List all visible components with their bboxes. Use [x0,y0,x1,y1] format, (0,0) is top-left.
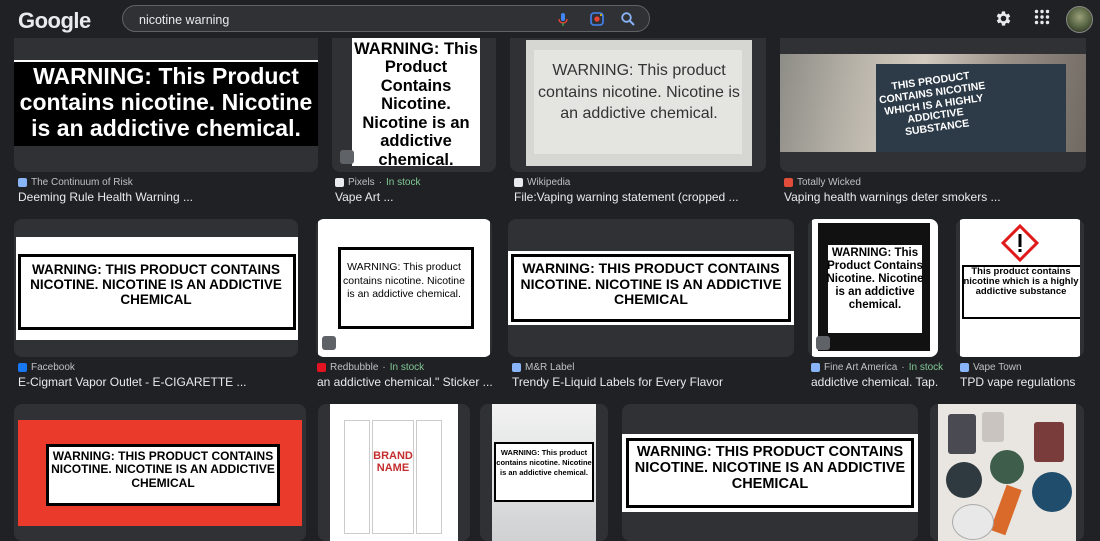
result-source[interactable]: Wikipedia [514,177,570,188]
result-title[interactable]: File:Vaping warning statement (cropped .… [514,190,764,204]
warning-text: WARNING: This Product Contains Nicotine.… [826,247,924,311]
account-avatar[interactable] [1066,6,1093,33]
shopping-tag-icon [816,336,830,350]
result-image[interactable]: WARNING: This Product contains nicotine.… [14,60,318,146]
result-card-4[interactable]: THIS PRODUCT CONTAINS NICOTINE WHICH IS … [780,30,1086,172]
source-favicon-icon [18,363,27,372]
shopping-tag-icon [322,336,336,350]
result-image[interactable]: This product contains nicotine which is … [960,219,1080,357]
source-favicon-icon [335,178,344,187]
result-image[interactable]: WARNING: THIS PRODUCT CONTAINS NICOTINE.… [508,251,794,325]
result-image[interactable]: WARNING: This Product Contains Nicotine.… [812,219,938,357]
top-bar: Google [0,0,1100,38]
result-title[interactable]: TPD vape regulations [960,375,1084,389]
result-card-7[interactable]: WARNING: THIS PRODUCT CONTAINS NICOTINE.… [508,219,794,357]
source-favicon-icon [514,178,523,187]
result-card-9[interactable]: This product contains nicotine which is … [956,219,1084,357]
warning-text: WARNING: This Product Contains Nicotine.… [354,40,478,166]
result-card-14[interactable] [930,404,1084,541]
brand-text: BRAND NAME [373,450,413,475]
result-source[interactable]: Vape Town [960,362,1022,373]
warning-text: WARNING: THIS PRODUCT CONTAINS NICOTINE.… [51,449,275,490]
shopping-tag-icon [340,150,354,164]
result-image[interactable]: WARNING: THIS PRODUCT CONTAINS NICOTINE.… [622,434,918,512]
warning-text: WARNING: This product contains nicotine.… [343,261,465,301]
result-image[interactable]: WARNING: This product contains nicotine.… [492,404,596,541]
result-card-11[interactable]: BRAND NAME [318,404,470,541]
search-icon[interactable] [620,11,636,27]
source-favicon-icon [784,178,793,187]
result-card-10[interactable]: WARNING: THIS PRODUCT CONTAINS NICOTINE.… [14,404,306,541]
warning-text: WARNING: This product contains nicotine.… [538,62,740,123]
result-image[interactable]: WARNING: THIS PRODUCT CONTAINS NICOTINE.… [16,237,298,340]
result-card-8[interactable]: WARNING: This Product Contains Nicotine.… [808,219,938,357]
result-source[interactable]: Fine Art America · In stock [811,362,943,373]
search-box[interactable] [122,5,650,32]
result-image[interactable]: BRAND NAME [330,404,458,541]
google-logo[interactable]: Google [18,8,91,34]
result-source[interactable]: Pixels · In stock [335,177,421,188]
result-title[interactable]: E-Cigmart Vapor Outlet - E-CIGARETTE ... [18,375,298,389]
source-favicon-icon [512,363,521,372]
result-title[interactable]: addictive chemical. Tap... [811,375,938,389]
source-favicon-icon [18,178,27,187]
result-image[interactable]: WARNING: This Product Contains Nicotine.… [352,38,480,166]
result-title[interactable]: an addictive chemical." Sticker ... [317,375,492,389]
warning-text: WARNING: This product contains nicotine.… [496,448,592,477]
result-card-13[interactable]: WARNING: THIS PRODUCT CONTAINS NICOTINE.… [622,404,918,541]
result-card-12[interactable]: WARNING: This product contains nicotine.… [480,404,608,541]
result-image[interactable] [938,404,1076,541]
warning-text: WARNING: This Product contains nicotine.… [19,63,313,141]
source-favicon-icon [317,363,326,372]
search-input[interactable] [137,9,541,30]
source-favicon-icon [960,363,969,372]
hazard-diamond-icon [1000,223,1040,263]
result-source[interactable]: The Continuum of Risk [18,177,133,188]
mic-icon[interactable] [555,11,571,27]
warning-text: WARNING: THIS PRODUCT CONTAINS NICOTINE.… [30,262,282,308]
warning-text: This product contains nicotine which is … [963,266,1079,297]
result-card-6[interactable]: WARNING: This product contains nicotine.… [316,219,492,357]
result-card-3[interactable]: WARNING: This product contains nicotine.… [510,30,766,172]
result-image[interactable]: WARNING: THIS PRODUCT CONTAINS NICOTINE.… [18,420,302,526]
warning-text: WARNING: THIS PRODUCT CONTAINS NICOTINE.… [520,260,782,308]
lens-icon[interactable] [589,11,605,27]
apps-grid-icon[interactable] [1034,9,1050,25]
result-card-2[interactable]: WARNING: This Product Contains Nicotine.… [332,30,496,172]
result-card-1[interactable]: WARNING: This Product contains nicotine.… [14,30,318,172]
result-source[interactable]: Totally Wicked [784,177,861,188]
result-card-5[interactable]: WARNING: THIS PRODUCT CONTAINS NICOTINE.… [14,219,298,357]
source-favicon-icon [811,363,820,372]
result-title[interactable]: Trendy E-Liquid Labels for Every Flavor [512,375,792,389]
result-source[interactable]: Facebook [18,362,75,373]
result-title[interactable]: Vape Art ... [335,190,495,204]
warning-text: WARNING: THIS PRODUCT CONTAINS NICOTINE.… [634,444,906,493]
result-image[interactable]: THIS PRODUCT CONTAINS NICOTINE WHICH IS … [780,54,1086,152]
result-image[interactable]: WARNING: This product contains nicotine.… [526,40,752,166]
settings-icon[interactable] [994,9,1013,28]
result-title[interactable]: Vaping health warnings deter smokers ... [784,190,1084,204]
result-image[interactable]: WARNING: This product contains nicotine.… [318,219,490,357]
result-title[interactable]: Deeming Rule Health Warning ... [18,190,318,204]
result-source[interactable]: M&R Label [512,362,574,373]
result-source[interactable]: Redbubble · In stock [317,362,424,373]
